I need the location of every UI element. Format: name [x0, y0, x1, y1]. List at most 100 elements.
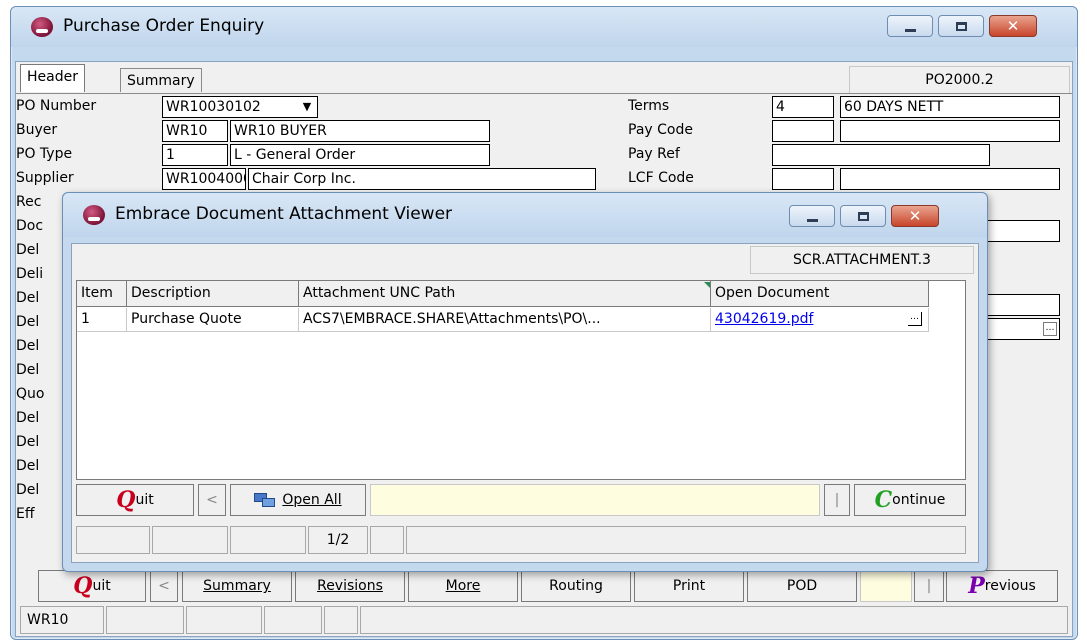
column-header-path[interactable]: Attachment UNC Path	[299, 281, 711, 307]
grid-cell-open-document[interactable]: 43042619.pdf …	[711, 308, 929, 332]
button-spacer	[860, 570, 912, 602]
close-button[interactable]: ✕	[989, 15, 1037, 37]
dialog-quit-button[interactable]: Quit	[76, 484, 194, 516]
dialog-scroll-right-button[interactable]: |	[824, 484, 850, 516]
more-button[interactable]: More	[408, 570, 518, 602]
dialog-status-cell	[152, 526, 228, 554]
buyer-name-field[interactable]: WR10 BUYER	[230, 120, 490, 142]
pod-button[interactable]: POD	[747, 570, 857, 602]
lcf-code-field[interactable]	[772, 168, 834, 190]
quit-button[interactable]: Quit	[38, 570, 146, 602]
pay-ref-field[interactable]	[772, 144, 990, 166]
attachment-dialog: Embrace Document Attachment Viewer ✕ SCR…	[62, 192, 988, 572]
grid-cell-description[interactable]: Purchase Quote	[127, 308, 299, 332]
dialog-screen-id-box: SCR.ATTACHMENT.3	[750, 246, 974, 274]
column-header-description[interactable]: Description	[127, 281, 299, 307]
print-button[interactable]: Print	[634, 570, 744, 602]
status-cell	[360, 606, 1068, 634]
dialog-close-button[interactable]: ✕	[891, 205, 939, 227]
routing-button[interactable]: Routing	[521, 570, 631, 602]
partial-label: Del	[16, 410, 40, 426]
windows-icon	[254, 493, 276, 507]
partial-label: Del	[16, 314, 40, 330]
supplier-code-field[interactable]: WR10040001	[162, 168, 246, 190]
main-title-bar[interactable]: Purchase Order Enquiry ✕	[11, 7, 1077, 47]
tab-summary[interactable]: Summary	[120, 68, 202, 92]
continue-button[interactable]: Continue	[854, 484, 966, 516]
tab-header[interactable]: Header	[20, 64, 85, 92]
minimize-button[interactable]	[887, 15, 933, 37]
dialog-title-bar[interactable]: Embrace Document Attachment Viewer ✕	[63, 193, 987, 237]
quit-letter: Q	[73, 573, 93, 599]
ellipsis-icon[interactable]: …	[908, 312, 922, 326]
maximize-icon	[857, 211, 869, 221]
hidden-field[interactable]: …	[976, 318, 1060, 340]
dialog-scroll-left-label: <	[206, 492, 218, 508]
dialog-maximize-button[interactable]	[840, 205, 886, 227]
previous-button[interactable]: Previous	[946, 570, 1058, 602]
partial-label: Del	[16, 362, 40, 378]
open-all-button[interactable]: Open All	[230, 484, 366, 516]
ellipsis-icon[interactable]: …	[1043, 322, 1057, 336]
pay-code-desc-field[interactable]	[840, 120, 1060, 142]
lcf-code-label: LCF Code	[628, 170, 694, 186]
buyer-code-field[interactable]: WR10	[162, 120, 228, 142]
pay-ref-label: Pay Ref	[628, 146, 680, 162]
partial-label: Del	[16, 290, 40, 306]
chevron-down-icon[interactable]: ▼	[299, 99, 315, 115]
lcf-code-desc-field[interactable]	[840, 168, 1060, 190]
status-cell	[186, 606, 262, 634]
terms-code-field[interactable]: 4	[772, 96, 834, 118]
sort-indicator-icon	[704, 282, 710, 288]
maximize-button[interactable]	[938, 15, 984, 37]
scroll-right-button[interactable]: |	[914, 570, 944, 602]
column-header-open-document[interactable]: Open Document	[711, 281, 929, 307]
scroll-left-button[interactable]: <	[150, 570, 178, 602]
grid-cell-path[interactable]: ACS7\EMBRACE.SHARE\Attachments\PO\...	[299, 308, 711, 332]
screen-id-box: PO2000.2	[849, 66, 1070, 94]
po-type-name-field[interactable]: L - General Order	[230, 144, 490, 166]
partial-label: Doc	[16, 218, 44, 234]
dialog-quit-letter: Q	[116, 487, 136, 513]
po-type-code-field[interactable]: 1	[162, 144, 228, 166]
dialog-scroll-left-button[interactable]: <	[198, 484, 226, 516]
summary-button[interactable]: Summary	[182, 570, 292, 602]
partial-label: Rec	[16, 194, 42, 210]
status-cell	[106, 606, 184, 634]
summary-label: Summary	[203, 578, 271, 594]
previous-label: revious	[984, 578, 1036, 594]
pay-code-field[interactable]	[772, 120, 834, 142]
dialog-button-spacer	[370, 484, 820, 516]
embrace-app-icon	[31, 17, 53, 37]
dialog-status-cell	[406, 526, 966, 554]
status-user: WR10	[27, 612, 69, 628]
po-number-label: PO Number	[16, 98, 97, 114]
main-window-title: Purchase Order Enquiry	[63, 16, 265, 36]
document-link[interactable]: 43042619.pdf	[715, 311, 813, 327]
revisions-button[interactable]: Revisions	[295, 570, 405, 602]
dialog-quit-label: uit	[135, 492, 154, 508]
status-cell	[264, 606, 322, 634]
routing-label: Routing	[549, 578, 603, 594]
supplier-name-field[interactable]: Chair Corp Inc.	[248, 168, 596, 190]
terms-desc-field[interactable]: 60 DAYS NETT	[840, 96, 1060, 118]
pay-code-label: Pay Code	[628, 122, 693, 138]
hidden-field[interactable]	[976, 220, 1060, 242]
terms-label: Terms	[628, 98, 670, 114]
po-number-dropdown[interactable]: WR10030102 ▼	[162, 96, 318, 118]
revisions-label: Revisions	[317, 578, 383, 594]
partial-label: Deli	[16, 266, 44, 282]
windows-icon-front	[262, 498, 276, 507]
grid-cell-item[interactable]: 1	[77, 308, 127, 332]
quit-label: uit	[92, 578, 111, 594]
dialog-minimize-button[interactable]	[789, 205, 835, 227]
column-header-item[interactable]: Item	[77, 281, 127, 307]
minimize-icon	[904, 28, 916, 32]
dialog-scroll-right-label: |	[834, 492, 840, 508]
status-cell-user: WR10	[20, 606, 104, 634]
dialog-status-cell	[230, 526, 306, 554]
status-cell	[324, 606, 358, 634]
hidden-field[interactable]	[976, 294, 1060, 316]
scroll-right-label: |	[926, 578, 932, 594]
continue-letter: C	[874, 487, 893, 513]
